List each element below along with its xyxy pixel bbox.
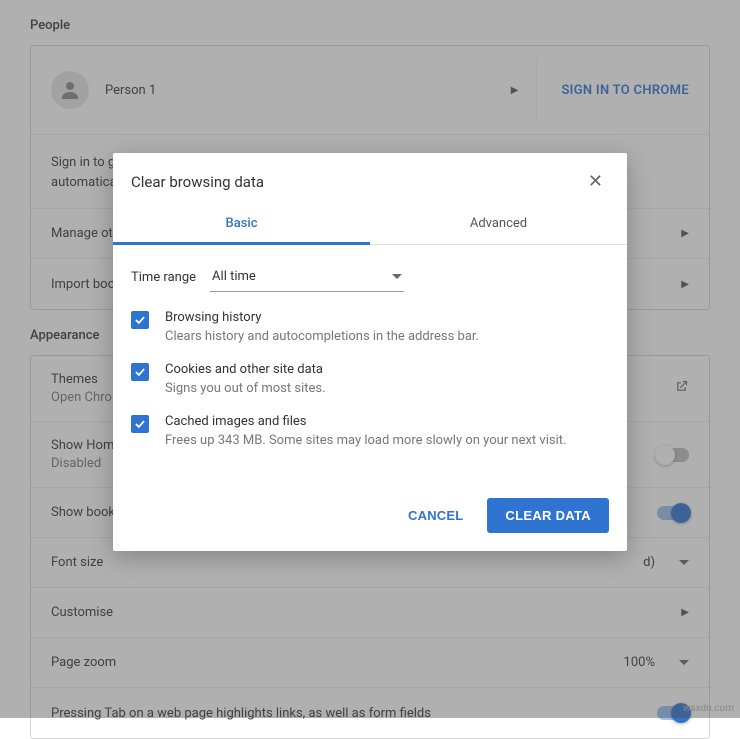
cancel-button[interactable]: CANCEL	[394, 498, 477, 533]
time-range-label: Time range	[131, 270, 196, 285]
checkbox-cookies[interactable]	[131, 363, 149, 381]
dropdown-arrow-icon	[392, 274, 402, 279]
checkbox-history[interactable]	[131, 311, 149, 329]
check-sub: Frees up 343 MB. Some sites may load mor…	[165, 433, 566, 448]
tab-advanced[interactable]: Advanced	[370, 204, 627, 244]
modal-overlay: Clear browsing data ✕ Basic Advanced Tim…	[0, 0, 740, 718]
check-title: Browsing history	[165, 310, 479, 325]
time-range-select[interactable]: All time	[210, 263, 404, 292]
close-icon[interactable]: ✕	[584, 169, 607, 194]
check-sub: Signs you out of most sites.	[165, 381, 326, 396]
clear-browsing-dialog: Clear browsing data ✕ Basic Advanced Tim…	[113, 153, 627, 551]
dialog-tabs: Basic Advanced	[113, 204, 627, 245]
dialog-title: Clear browsing data	[131, 173, 264, 191]
check-title: Cached images and files	[165, 414, 566, 429]
check-cache[interactable]: Cached images and files Frees up 343 MB.…	[131, 414, 609, 448]
time-range-value: All time	[212, 269, 256, 284]
checkbox-cache[interactable]	[131, 415, 149, 433]
check-sub: Clears history and autocompletions in th…	[165, 329, 479, 344]
tab-basic[interactable]: Basic	[113, 204, 370, 244]
check-title: Cookies and other site data	[165, 362, 326, 377]
clear-data-button[interactable]: CLEAR DATA	[487, 498, 609, 533]
watermark: wsxdn.com	[683, 703, 734, 714]
check-browsing-history[interactable]: Browsing history Clears history and auto…	[131, 310, 609, 344]
check-cookies[interactable]: Cookies and other site data Signs you ou…	[131, 362, 609, 396]
